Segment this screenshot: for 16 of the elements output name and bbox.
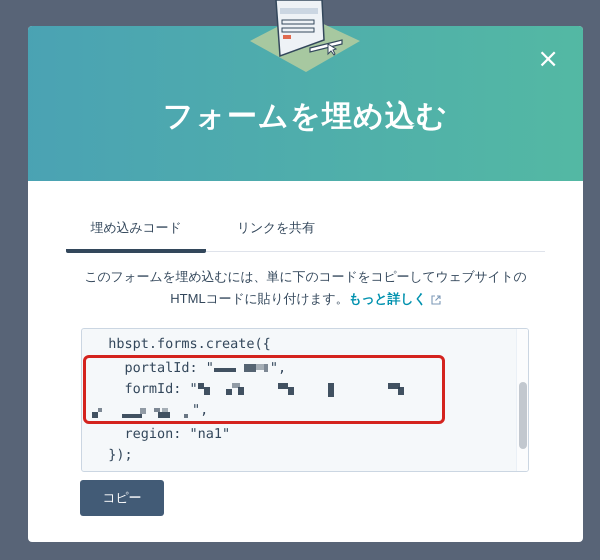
code-text: portalId: " [124, 359, 214, 378]
code-text: ", [270, 359, 286, 378]
tab[interactable]: 埋め込みコード [66, 211, 206, 253]
code-text: hbspt.forms.create({ [107, 335, 271, 354]
code-text: formId: " [124, 380, 198, 399]
scrollbar-thumb[interactable] [518, 382, 526, 449]
tab[interactable]: リンクを共有 [206, 211, 346, 253]
external-link-icon [430, 294, 441, 305]
dialog-title: フォームを埋め込む [163, 99, 448, 135]
code-text: ", [192, 401, 208, 420]
code-box[interactable]: hbspt.forms.create({ portalId: " ", formId: " ", region: "na1" }); [81, 328, 529, 472]
code-text: region: "na1" [124, 425, 230, 444]
learn-more-link[interactable]: もっと詳しく [348, 291, 427, 306]
copy-button[interactable]: コピー [80, 480, 164, 516]
code-text: }); [107, 446, 133, 465]
description-text: このフォームを埋め込むには、単に下のコードをコピーしてウェブサイトのHTMLコードに貼り付けます。もっと詳しく [84, 268, 528, 308]
